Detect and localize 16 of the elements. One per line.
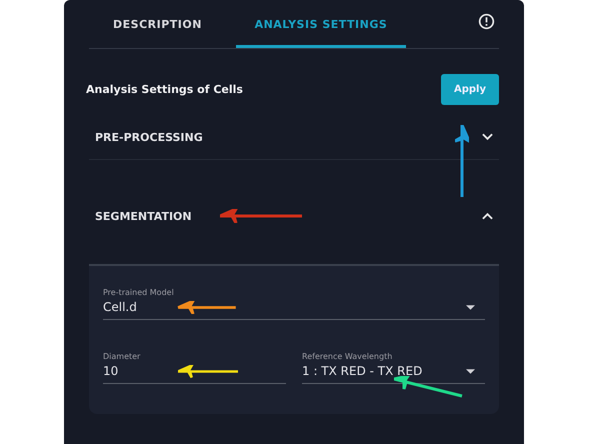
section-title[interactable]: PRE-PROCESSING — [95, 130, 203, 144]
diameter-field[interactable]: Diameter 10 — [103, 352, 286, 384]
annotation-arrow — [455, 125, 469, 197]
info-icon[interactable] — [478, 12, 495, 30]
annotation-arrow — [394, 376, 464, 398]
chevron-up-icon[interactable] — [482, 212, 493, 220]
section-title[interactable]: SEGMENTATION — [95, 210, 192, 222]
annotation-arrow — [178, 364, 238, 378]
tab[interactable]: DESCRIPTION — [97, 0, 218, 48]
chevron-down-icon[interactable] — [482, 133, 493, 141]
caret-icon — [466, 368, 475, 374]
model-select[interactable]: Pre-trained Model Cell.d — [103, 288, 485, 320]
tab[interactable]: ANALYSIS SETTINGS — [236, 0, 406, 48]
caret-icon — [466, 304, 475, 310]
panel-title: Analysis Settings of Cells — [86, 83, 243, 96]
annotation-arrow — [176, 300, 237, 314]
